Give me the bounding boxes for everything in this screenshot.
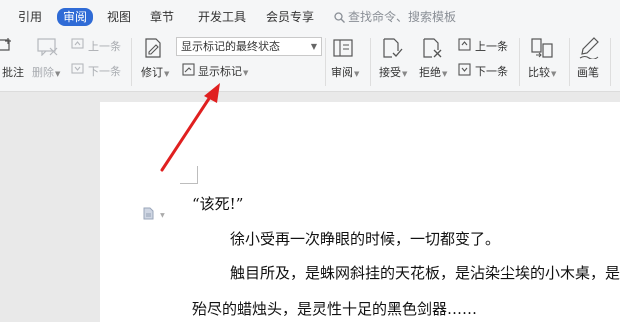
- ribbon-divider: [569, 38, 570, 86]
- track-label: 修订: [141, 66, 163, 79]
- ribbon-divider: [519, 38, 520, 86]
- doc-line-1: “该死!”: [192, 195, 244, 213]
- prev-comment-icon: [71, 38, 84, 49]
- tab-member[interactable]: 会员专享: [266, 9, 314, 25]
- paragraph-menu[interactable]: ▼: [143, 205, 165, 224]
- show-markup-label: 显示标记: [198, 65, 242, 78]
- document-canvas[interactable]: ▼ “该死!” 徐小受再一次睁眼的时候，一切都变了。 触目所及，是蛛网斜挂的天花…: [0, 92, 620, 322]
- ribbon-divider: [325, 38, 326, 86]
- delete-comment-icon: [37, 38, 58, 56]
- doc-line-2: 徐小受再一次睁眼的时候，一切都变了。: [230, 230, 501, 248]
- show-markup-icon: [182, 63, 195, 76]
- annotation-arrow: [160, 83, 220, 172]
- compare-label: 比较: [528, 66, 550, 79]
- chevron-down-icon: ▼: [354, 70, 360, 78]
- review-pane-icon: [333, 39, 353, 57]
- command-search[interactable]: 查找命令、搜索模板: [334, 8, 456, 25]
- chevron-down-icon: ▼: [551, 70, 557, 78]
- search-placeholder: 查找命令、搜索模板: [348, 10, 457, 24]
- chevron-down-icon: ▼: [164, 70, 170, 78]
- next-comment-icon: [71, 63, 84, 74]
- next-comment-label: 下一条: [88, 65, 121, 78]
- review-pane-label: 审阅: [331, 66, 353, 79]
- new-comment-icon: [0, 38, 11, 51]
- tab-chapter[interactable]: 章节: [150, 9, 174, 25]
- ribbon-divider: [131, 38, 132, 86]
- chevron-down-icon: ▼: [402, 70, 408, 78]
- markup-state-value: 显示标记的最终状态: [181, 40, 280, 53]
- track-changes-icon: [145, 38, 161, 58]
- accept-label: 接受: [379, 66, 401, 79]
- pen-icon: [579, 37, 599, 59]
- review-ribbon: 批注 删除▼ 上一条 下一条 修订▼ 显示标记的最终状态 ▼ 显示标记▼ 审阅▼…: [0, 32, 620, 92]
- document-icon: [143, 207, 154, 220]
- doc-line-3: 触目所及，是蛛网斜挂的天花板，是沾染尘埃的小木桌，是: [230, 264, 620, 282]
- tab-review[interactable]: 审阅: [57, 8, 94, 26]
- next-change-label: 下一条: [475, 65, 508, 78]
- menu-bar: 引用 审阅 视图 章节 开发工具 会员专享 查找命令、搜索模板: [0, 0, 620, 32]
- chevron-down-icon: ▼: [243, 69, 249, 77]
- next-change-icon: [458, 63, 471, 76]
- tab-view[interactable]: 视图: [107, 9, 131, 25]
- prev-change-label: 上一条: [475, 40, 508, 53]
- chevron-down-icon: ▼: [55, 70, 61, 78]
- tab-references[interactable]: 引用: [18, 9, 42, 25]
- comment-label: 批注: [2, 66, 24, 79]
- pen-label: 画笔: [577, 66, 599, 79]
- chevron-down-icon: ▼: [442, 70, 448, 78]
- compare-icon: [531, 38, 553, 58]
- markup-state-dropdown[interactable]: 显示标记的最终状态 ▼: [176, 37, 322, 56]
- chevron-down-icon: ▼: [160, 212, 165, 219]
- reject-label: 拒绝: [419, 66, 441, 79]
- tab-developer-tools[interactable]: 开发工具: [198, 9, 246, 25]
- chevron-down-icon: ▼: [310, 42, 317, 51]
- ribbon-divider: [370, 38, 371, 86]
- search-icon: [334, 12, 345, 23]
- reject-icon: [423, 38, 442, 58]
- ribbon-divider: [610, 38, 611, 86]
- prev-comment-label: 上一条: [88, 40, 121, 53]
- accept-icon: [383, 38, 403, 58]
- delete-label: 删除: [32, 66, 54, 79]
- prev-change-icon: [458, 38, 471, 51]
